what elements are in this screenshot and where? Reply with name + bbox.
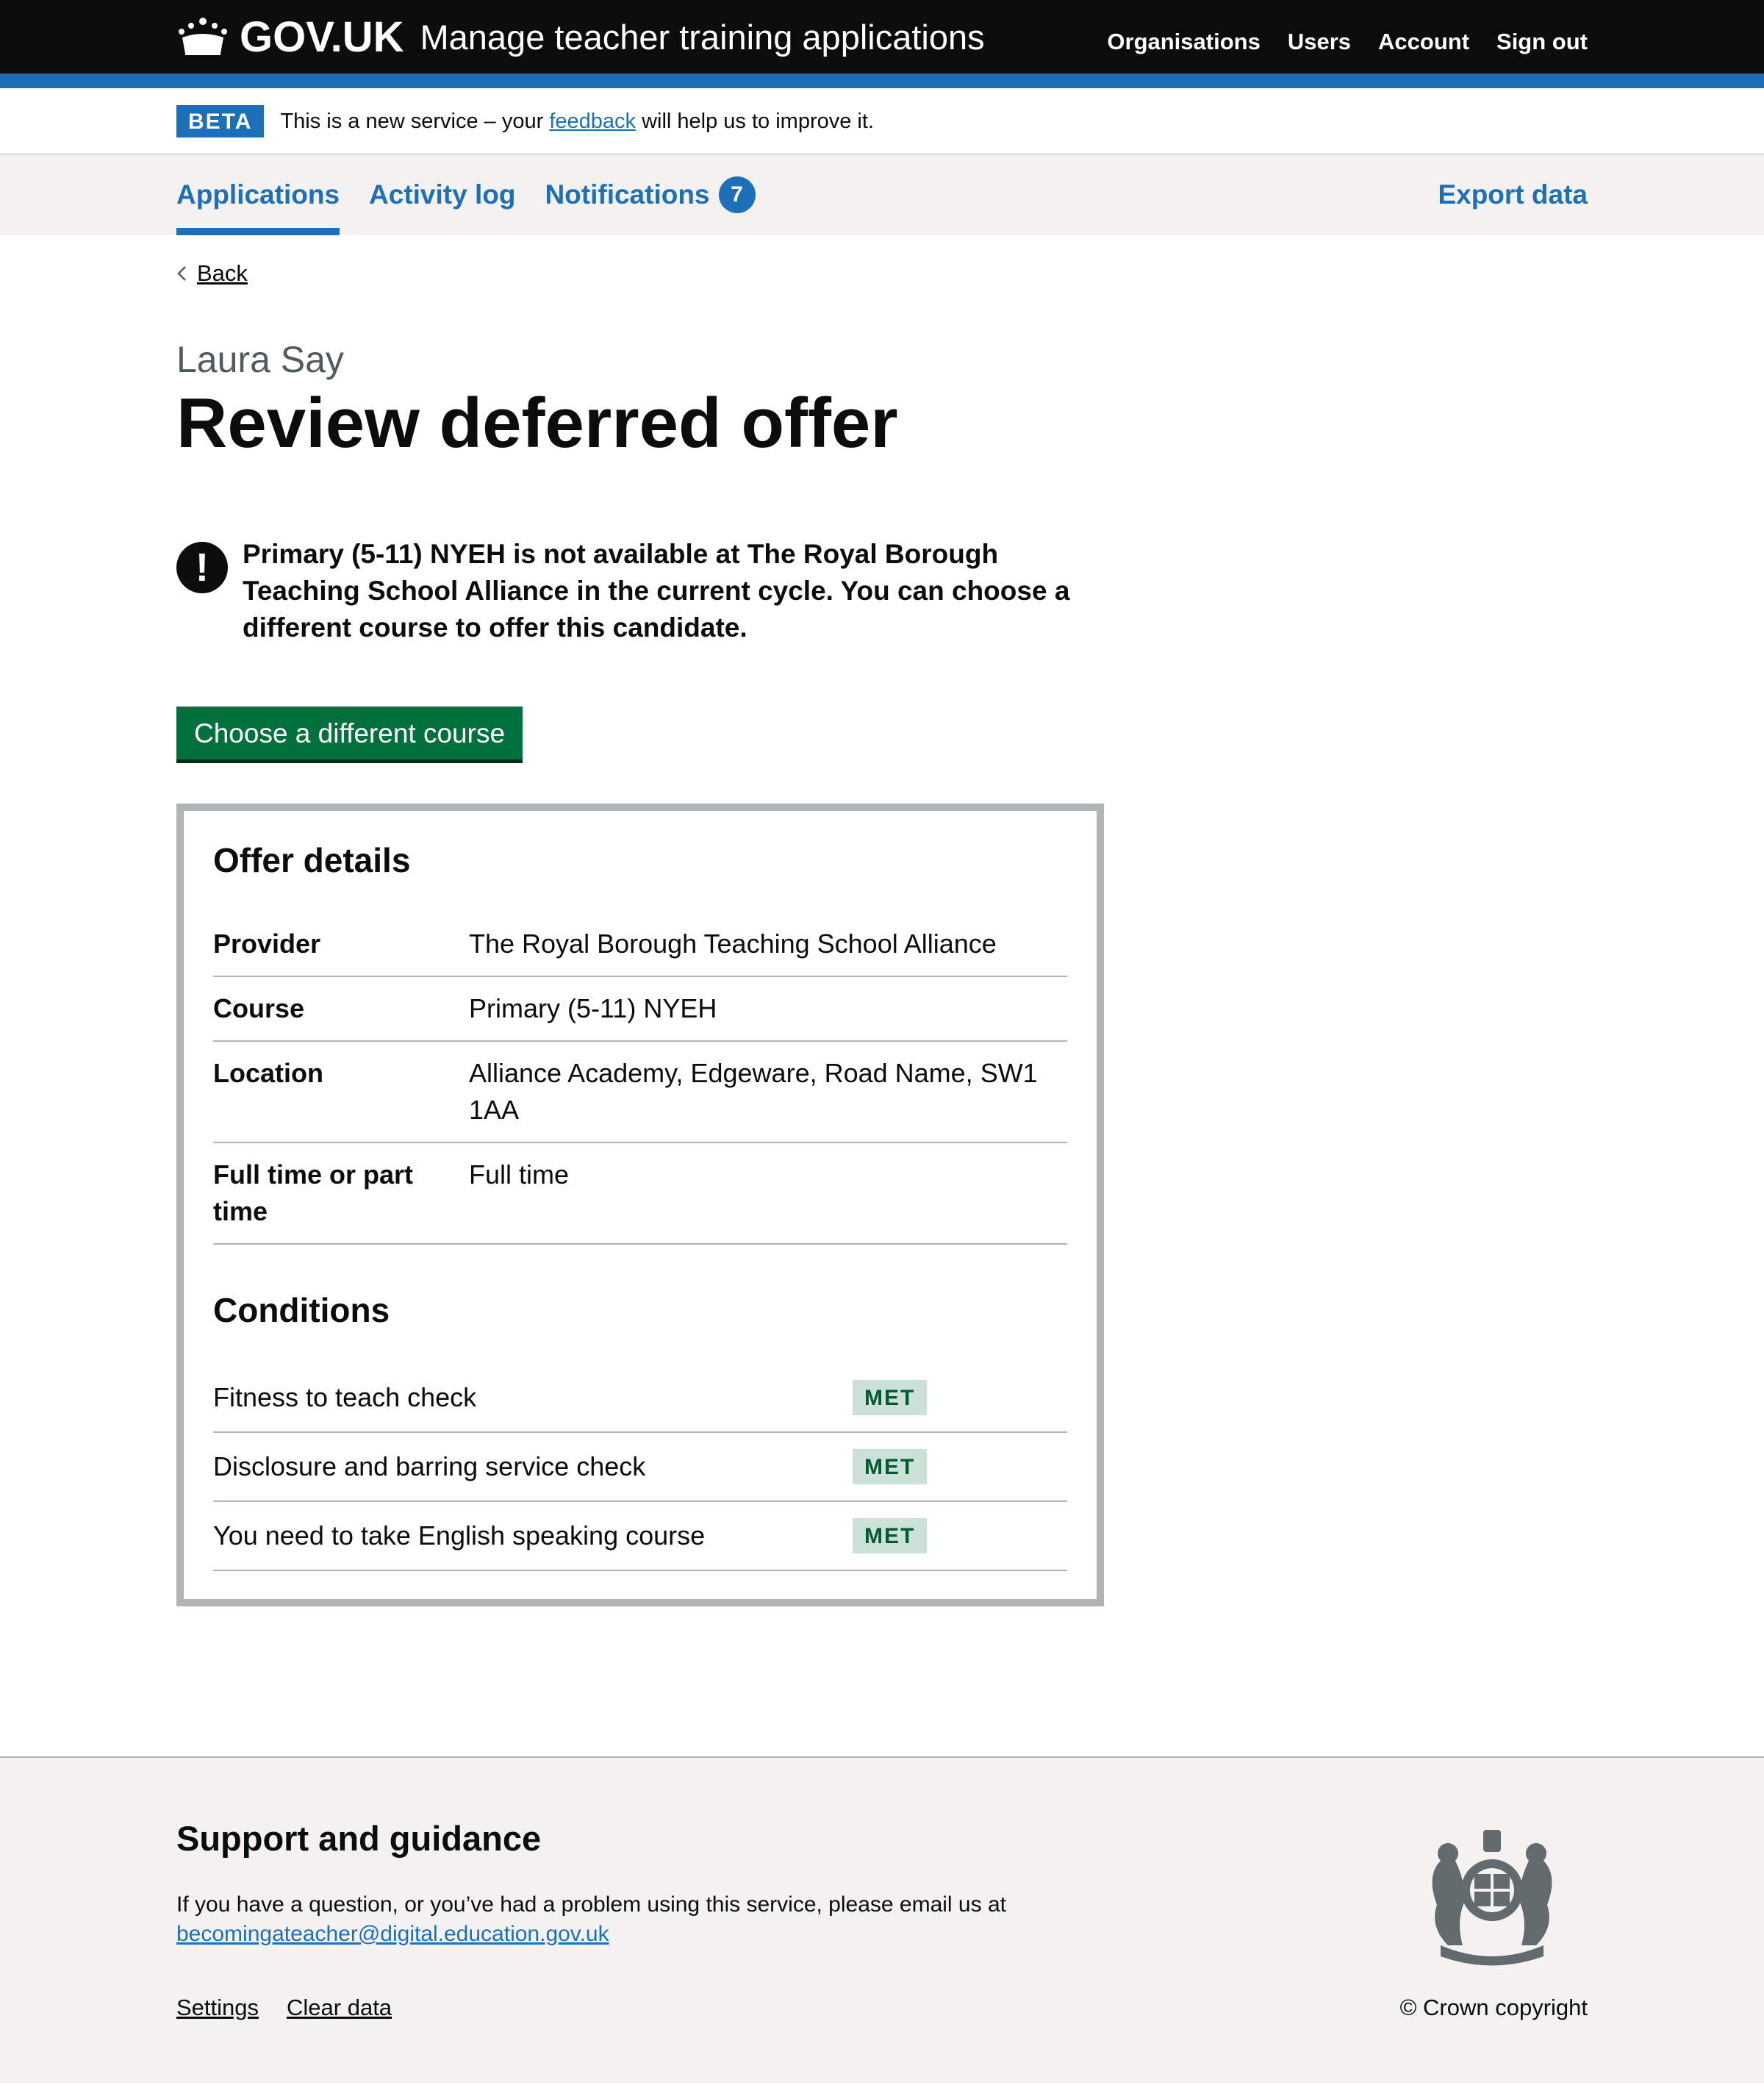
summary-row-course: Course Primary (5-11) NYEH [213,977,1067,1042]
chevron-left-icon [177,266,186,281]
header-blue-rule [0,74,1764,88]
nav-notifications[interactable]: Notifications 7 [545,154,756,235]
phase-text-after: will help us to improve it. [642,109,874,133]
notifications-count-badge: 7 [718,176,756,213]
summary-key: Location [213,1057,323,1088]
status-badge: MET [853,1379,928,1415]
status-badge: MET [853,1448,928,1484]
nav-applications[interactable]: Applications [176,154,340,235]
summary-value: Primary (5-11) NYEH [469,993,717,1023]
footer-support-text: If you have a question, or you’ve had a … [176,1890,1132,1949]
nav-notifications-label: Notifications [545,179,710,210]
conditions-title: Conditions [213,1290,390,1329]
condition-row: Fitness to teach check MET [213,1364,1067,1433]
footer-link-clear-data[interactable]: Clear data [287,1995,392,2021]
summary-row-location: Location Alliance Academy, Edgeware, Roa… [213,1042,1067,1143]
condition-row: You need to take English speaking course… [213,1502,1067,1571]
offer-details-panel: Offer details Provider The Royal Borough… [176,803,1104,1606]
warning-text: ! Primary (5-11) NYEH is not available a… [176,539,1102,646]
summary-key: Full time or part time [213,1159,414,1226]
royal-coat-of-arms-icon [1432,1830,1552,1966]
back-link-label: Back [197,260,248,286]
back-link[interactable]: Back [176,260,248,287]
status-badge: MET [853,1517,928,1553]
footer-title: Support and guidance [176,1819,542,1858]
page-title: Review deferred offer [176,384,898,462]
summary-value: Alliance Academy, Edgeware, Road Name, S… [469,1057,1038,1125]
header-nav-users[interactable]: Users [1288,29,1351,55]
govuk-logo-link[interactable]: GOV.UK [176,12,404,62]
warning-icon: ! [176,541,228,593]
footer-links: Settings Clear data [176,1995,392,2021]
summary-row-provider: Provider The Royal Borough Teaching Scho… [213,912,1067,977]
choose-different-course-button[interactable]: Choose a different course [176,706,523,759]
offer-summary-list: Provider The Royal Borough Teaching Scho… [213,912,1067,1245]
header-nav: Organisations Users Account Sign out [1107,29,1588,55]
footer-link-settings[interactable]: Settings [176,1995,259,2021]
summary-value: Full time [469,1159,570,1190]
crown-icon [179,18,227,55]
header-nav-sign-out[interactable]: Sign out [1496,29,1588,55]
nav-export-data[interactable]: Export data [1438,154,1588,235]
summary-value: The Royal Borough Teaching School Allian… [469,928,997,959]
footer-support-message: If you have a question, or you’ve had a … [176,1892,1006,1917]
site-footer: Support and guidance If you have a quest… [0,1756,1764,2084]
condition-row: Disclosure and barring service check MET [213,1433,1067,1502]
conditions-list: Fitness to teach check MET Disclosure an… [213,1364,1067,1571]
warning-message: Primary (5-11) NYEH is not available at … [243,538,1070,643]
govuk-logo-text: GOV.UK [240,12,404,61]
page-caption: Laura Say [176,339,344,380]
offer-details-title: Offer details [213,840,411,879]
site-header: GOV.UK Manage teacher training applicati… [0,0,1764,74]
service-name-link[interactable]: Manage teacher training applications [420,17,984,57]
condition-text: Fitness to teach check [213,1381,477,1412]
header-nav-account[interactable]: Account [1378,29,1469,55]
condition-text: Disclosure and barring service check [213,1451,646,1481]
phase-text-before: This is a new service – your [280,109,544,133]
beta-tag: BETA [176,105,265,137]
phase-banner: BETA This is a new service – your feedba… [0,88,1764,154]
crown-copyright: © Crown copyright [1399,1995,1588,2020]
feedback-link[interactable]: feedback [549,110,636,133]
condition-text: You need to take English speaking course [213,1520,706,1551]
support-email-link[interactable]: becomingateacher@digital.education.gov.u… [176,1922,609,1946]
summary-key: Provider [213,928,321,959]
main-content: Back Laura Say Review deferred offer ! P… [176,235,1588,1606]
primary-nav: Applications Activity log Notifications … [0,154,1764,235]
phase-banner-text: This is a new service – your feedback wi… [280,110,874,134]
header-nav-organisations[interactable]: Organisations [1107,29,1260,55]
nav-activity-log[interactable]: Activity log [369,154,515,235]
summary-row-study-mode: Full time or part time Full time [213,1143,1067,1245]
summary-key: Course [213,993,305,1023]
